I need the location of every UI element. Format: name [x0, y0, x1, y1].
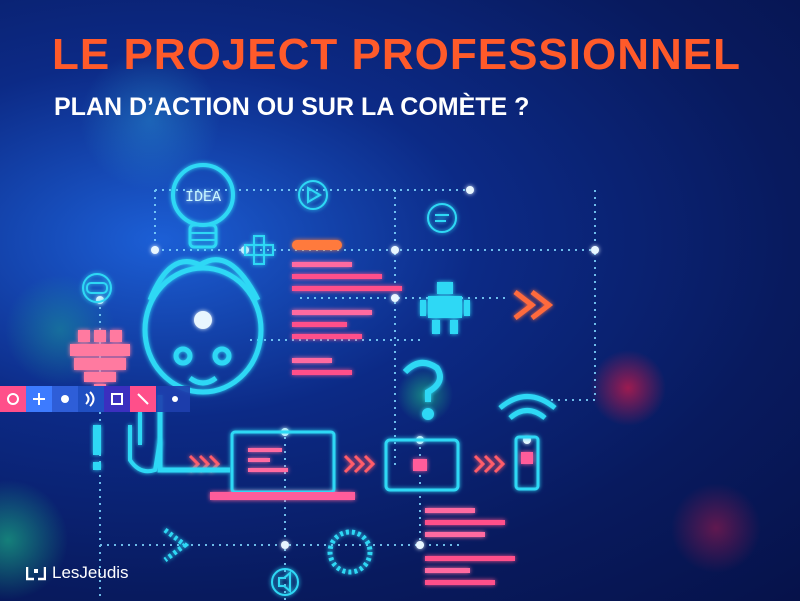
chevron-right-arrows [513, 290, 554, 320]
brand-logo-icon [26, 567, 46, 581]
headline-title: LE PROJECT PROFESSIONNEL [52, 30, 741, 79]
headline-subtitle: PLAN D’ACTION OU SUR LA COMÈTE ? [54, 93, 530, 121]
idea-bulb-text: IDEA [185, 189, 221, 206]
pointing-hand-icon [128, 412, 162, 474]
code-lines-top [292, 240, 402, 375]
robot-icon [420, 282, 470, 334]
smartphone-icon [514, 435, 540, 491]
app-toolbar-strip [0, 386, 190, 412]
flow-chevrons [188, 454, 506, 474]
tech-illustration: IDEA [0, 50, 761, 601]
laptop-icon [210, 430, 355, 500]
exclamation-icon [93, 425, 101, 470]
brand-logo: LesJeudis [26, 563, 129, 583]
pixel-circle [327, 529, 373, 575]
tablet-icon [384, 438, 460, 492]
chat-bubble-icon [427, 203, 457, 233]
code-lines-bottom [425, 508, 515, 585]
pixel-heart-icon [70, 330, 130, 392]
boy-character [142, 257, 264, 473]
bottom-chevrons [163, 528, 190, 562]
wifi-icon [498, 394, 557, 420]
brand-name: LesJeudis [52, 563, 129, 582]
bokeh-lights [0, 50, 761, 600]
play-icon [298, 180, 328, 210]
